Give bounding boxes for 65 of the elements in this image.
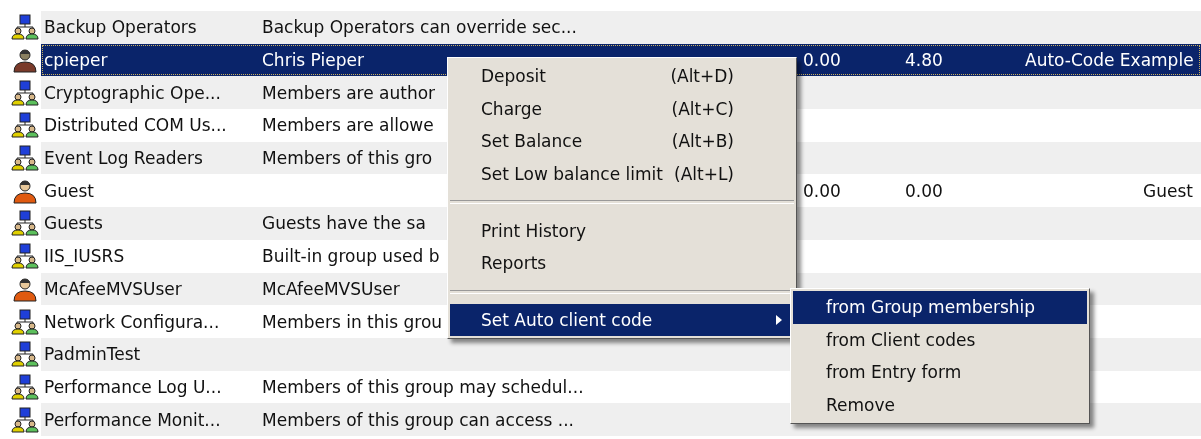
- description-cell: Members of this gro: [262, 147, 433, 170]
- description-cell: Members in this grou: [262, 310, 443, 333]
- submenu-arrow-icon: [776, 314, 782, 325]
- name-cell: Guests: [44, 212, 103, 235]
- group-icon: [11, 145, 39, 172]
- description-cell: Members are allowe: [262, 114, 434, 137]
- name-cell: McAfeeMVSUser: [44, 277, 182, 300]
- table-cell: Auto-Code Example: [1025, 49, 1194, 72]
- name-cell: Cryptographic Ope...: [44, 81, 221, 104]
- menu-item[interactable]: Set Balance (Alt+B): [450, 125, 794, 158]
- menu-label: Print History: [481, 220, 586, 241]
- name-cell: Event Log Readers: [44, 147, 203, 170]
- group-icon: [11, 243, 39, 270]
- group-icon: [11, 308, 39, 335]
- shortcut-text: (Alt+B): [671, 131, 734, 152]
- description-cell: Members of this group may schedul...: [262, 375, 584, 398]
- amount-cell: 0.00: [803, 179, 841, 202]
- amount-cell: 0.00: [905, 179, 943, 202]
- name-cell: PadminTest: [44, 343, 141, 366]
- group-icon: [11, 14, 39, 41]
- name-cell: Distributed COM Us...: [44, 114, 227, 137]
- menu-item[interactable]: from Client codes: [793, 323, 1087, 356]
- group-icon: [11, 210, 39, 237]
- menu-item[interactable]: Reports: [450, 246, 794, 280]
- shortcut-text: (Alt+L): [674, 164, 734, 185]
- description-cell: Guests have the sa: [262, 212, 426, 235]
- group-icon: [11, 79, 39, 106]
- menu-label: Deposit: [481, 66, 546, 87]
- name-cell: Network Configura...: [44, 310, 220, 333]
- menu-label: Set Low balance limit: [481, 164, 663, 185]
- description-cell: Built-in group used b: [262, 245, 440, 268]
- amount-cell: 4.80: [905, 49, 943, 72]
- menu-item[interactable]: Charge (Alt+C): [450, 92, 794, 126]
- group-icon: [11, 373, 39, 400]
- menu-item[interactable]: Deposit (Alt+D): [450, 60, 794, 93]
- user-icon: [11, 47, 39, 74]
- menu-item[interactable]: from Group membership: [793, 291, 1087, 324]
- menu-item[interactable]: Print History: [450, 214, 794, 247]
- group-icon: [11, 406, 39, 433]
- menu-label: Set Balance: [481, 131, 583, 152]
- amount-cell: 0.00: [803, 49, 841, 72]
- description-cell: McAfeeMVSUser: [262, 277, 400, 300]
- description-cell: Backup Operators can override sec...: [262, 16, 577, 39]
- group-icon: [11, 341, 39, 368]
- name-cell: IIS_IUSRS: [44, 245, 125, 268]
- name-cell: cpieper: [44, 49, 108, 72]
- description-cell: Chris Pieper: [262, 49, 364, 72]
- group-icon: [11, 112, 39, 139]
- menu-label: Charge: [481, 98, 542, 119]
- menu-item[interactable]: Set Low balance limit (Alt+L): [450, 157, 794, 191]
- user-icon: [11, 275, 39, 302]
- shortcut-text: (Alt+D): [670, 66, 734, 87]
- description-cell: Members are author: [262, 81, 436, 104]
- user-icon: [11, 177, 39, 204]
- menu-label: Set Auto client code: [481, 309, 653, 330]
- shortcut-text: (Alt+C): [671, 98, 734, 119]
- name-cell: Guest: [44, 179, 94, 202]
- table-cell: Guest: [1143, 179, 1193, 202]
- menu-item[interactable]: Remove: [793, 388, 1087, 421]
- name-cell: Performance Log U...: [44, 375, 222, 398]
- name-cell: Backup Operators: [44, 16, 197, 39]
- name-cell: Performance Monit...: [44, 408, 221, 431]
- description-cell: Members of this group can access ...: [262, 408, 575, 431]
- menu-item[interactable]: from Entry form: [793, 356, 1087, 389]
- menu-label: Reports: [481, 253, 547, 274]
